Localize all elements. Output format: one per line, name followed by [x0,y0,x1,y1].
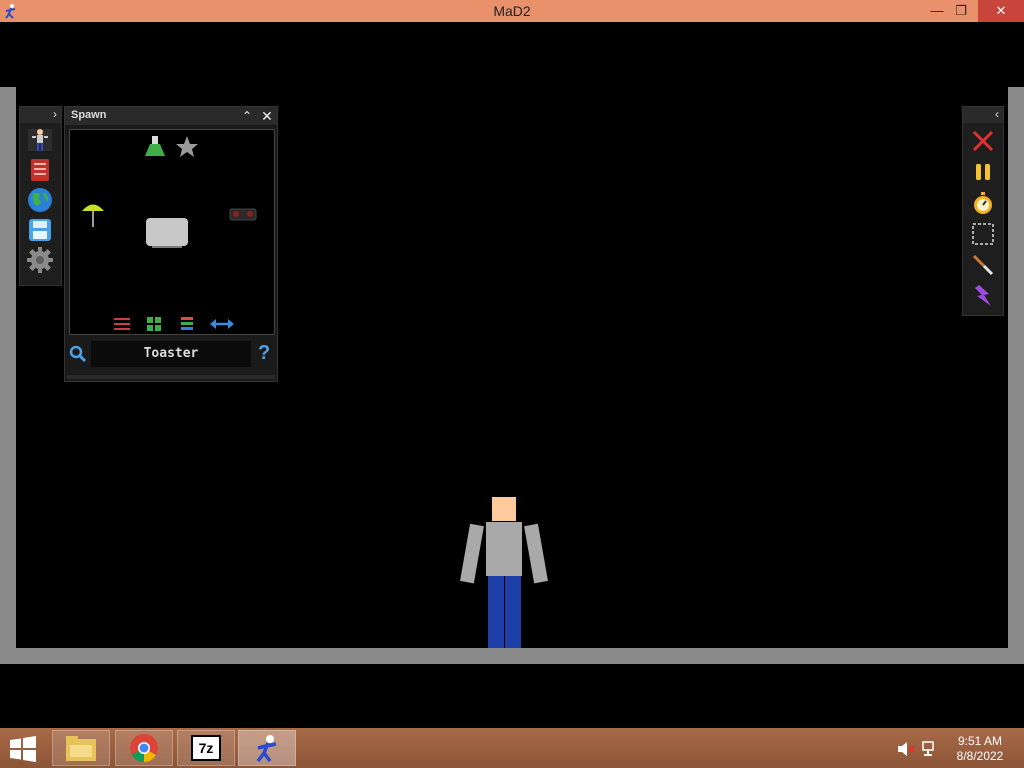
file-explorer-icon [66,736,96,761]
ragdoll-left-leg[interactable] [488,576,504,648]
right-toolbar-toggle[interactable]: ‹ [995,107,999,121]
ragdoll-pose-button[interactable] [26,127,54,153]
selection-button[interactable] [969,221,997,247]
slow-motion-button[interactable] [969,190,997,216]
close-button[interactable]: ✕ [978,0,1024,22]
floor [0,648,1024,664]
spawn-panel-footer [67,375,275,379]
windows-start-icon[interactable] [8,736,38,762]
spawn-close-button[interactable]: ✕ [259,107,275,125]
chrome-icon [130,734,158,762]
spawn-panel: Spawn ⌃ ✕ Toaster ? [64,106,278,382]
grid-icon [147,317,161,331]
taskbar: 7z 9:51 AM 8/8/2022 [0,728,1024,768]
clock-date: 8/8/2022 [956,749,1004,763]
taskbar-mad2[interactable] [238,730,296,766]
swap-arrows-icon [210,319,234,329]
selection-box-icon [972,223,994,245]
help-icon[interactable]: ? [258,342,270,365]
knife-button[interactable] [969,252,997,278]
ragdoll-right-leg[interactable] [505,576,521,648]
spawn-panel-header[interactable]: Spawn ⌃ ✕ [65,107,277,125]
knife-icon [972,254,994,276]
taskbar-7zip[interactable]: 7z [177,730,235,766]
network-icon[interactable] [921,740,939,758]
game-viewport[interactable]: › Spawn ⌃ ✕ Toaster ? ‹ [0,22,1024,728]
lightning-icon [975,285,991,306]
speaker-muted-icon[interactable] [897,741,915,757]
ragdoll-torso[interactable] [486,522,522,576]
ragdoll-head[interactable] [492,497,516,521]
globe-icon [28,188,52,212]
gear-icon [27,247,53,273]
window-titlebar[interactable]: MaD2 — ❐ ✕ [0,0,1024,22]
window-title: MaD2 [493,3,531,19]
mad2-app-icon [256,735,277,763]
sliders-icon [114,318,130,330]
delete-x-icon [972,130,994,152]
right-toolbar-header: ‹ [963,107,1003,123]
ragdoll-pose-icon [28,129,52,151]
book-icon [31,159,49,181]
star-icon [176,136,198,157]
left-toolbar-toggle[interactable]: › [53,107,57,121]
maximize-button[interactable]: ❐ [946,0,976,22]
right-toolbar: ‹ [962,106,1004,316]
left-toolbar-header: › [20,107,61,123]
toaster-icon [146,218,188,248]
book-button[interactable] [26,157,54,183]
spawn-preview[interactable] [69,129,275,335]
delete-button[interactable] [969,128,997,154]
pause-button[interactable] [969,159,997,185]
ragdoll-left-arm[interactable] [460,523,484,584]
settings-button[interactable] [26,247,54,273]
left-wall [0,87,16,662]
right-wall [1008,87,1024,662]
spawn-preview-art [82,136,257,331]
taskbar-clock[interactable]: 9:51 AM 8/8/2022 [948,734,1012,764]
pause-icon [976,164,990,180]
spawn-search-input[interactable]: Toaster [91,341,251,367]
globe-button[interactable] [26,187,54,213]
7zip-icon: 7z [191,735,221,761]
taskbar-file-explorer[interactable] [52,730,110,766]
taskbar-chrome[interactable] [115,730,173,766]
left-toolbar: › [19,106,62,286]
search-icon[interactable] [69,345,87,363]
stopwatch-icon [974,192,992,214]
umbrella-icon [82,204,104,227]
spawn-search-bar: Toaster ? [65,339,277,371]
clock-time: 9:51 AM [957,734,1003,748]
save-button[interactable] [26,217,54,243]
flask-icon [145,136,165,156]
spawn-panel-title: Spawn [71,109,107,121]
ragdoll-right-arm[interactable] [524,523,548,584]
radio-icon [229,208,257,221]
spawn-collapse-button[interactable]: ⌃ [239,107,255,125]
save-icon [29,219,51,241]
layers-icon [181,317,193,330]
power-button[interactable] [969,283,997,309]
